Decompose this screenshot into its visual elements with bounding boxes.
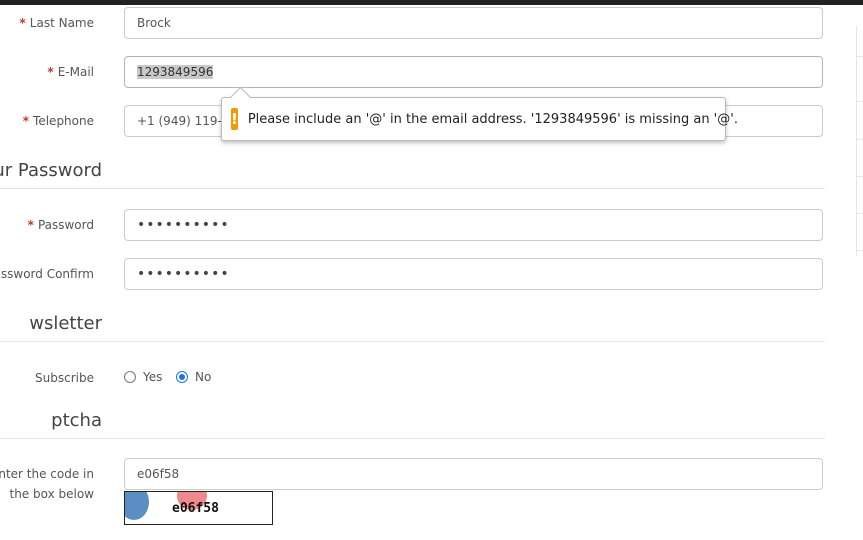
last-name-input[interactable]: Brock [124, 7, 823, 39]
sidebar-divider [856, 250, 863, 251]
sidebar-divider [856, 176, 863, 177]
email-input[interactable]: 1293849596 [124, 56, 823, 88]
subscribe-no-radio[interactable] [176, 371, 188, 383]
subscribe-no-option[interactable]: No [176, 370, 211, 384]
tooltip-message: Please include an '@' in the email addre… [247, 111, 738, 127]
password-section-title: ur Password [0, 160, 825, 189]
email-validation-tooltip: ! Please include an '@' in the email add… [221, 86, 738, 141]
sidebar-divider [856, 101, 863, 102]
telephone-label: * Telephone [22, 114, 94, 128]
captcha-label-line2: the box below [9, 487, 94, 501]
required-marker: * [47, 65, 54, 79]
tooltip-arrow [229, 86, 252, 109]
password-input[interactable]: •••••••••• [124, 209, 823, 241]
required-marker: * [19, 16, 26, 30]
password-confirm-label: assword Confirm [0, 267, 94, 281]
password-confirm-input[interactable]: •••••••••• [124, 258, 823, 290]
email-value-selected: 1293849596 [137, 65, 214, 79]
newsletter-section-title: wsletter [0, 313, 825, 342]
captcha-noise-blob [125, 492, 149, 520]
captcha-input[interactable]: e06f58 [124, 458, 823, 490]
password-label: * Password [27, 218, 94, 232]
captcha-image-text: e06f58 [172, 501, 219, 516]
captcha-section-title: ptcha [0, 410, 825, 439]
subscribe-yes-label: Yes [143, 370, 163, 384]
required-marker: * [22, 114, 30, 128]
required-marker: * [27, 218, 34, 232]
subscribe-no-label: No [195, 370, 212, 384]
sidebar-divider [856, 213, 863, 214]
captcha-image: e06f58 [124, 491, 273, 525]
sidebar-divider [856, 56, 863, 57]
sidebar-divider [856, 139, 863, 140]
subscribe-yes-option[interactable]: Yes [124, 370, 162, 384]
captcha-label-line1: Enter the code in [0, 467, 94, 481]
top-bar [0, 0, 863, 5]
subscribe-label: Subscribe [35, 371, 94, 385]
email-label: * E-Mail [47, 65, 94, 79]
last-name-label: * Last Name [19, 16, 95, 30]
warning-icon: ! [231, 108, 238, 130]
subscribe-yes-radio[interactable] [124, 371, 136, 383]
sidebar-edge [856, 26, 857, 256]
